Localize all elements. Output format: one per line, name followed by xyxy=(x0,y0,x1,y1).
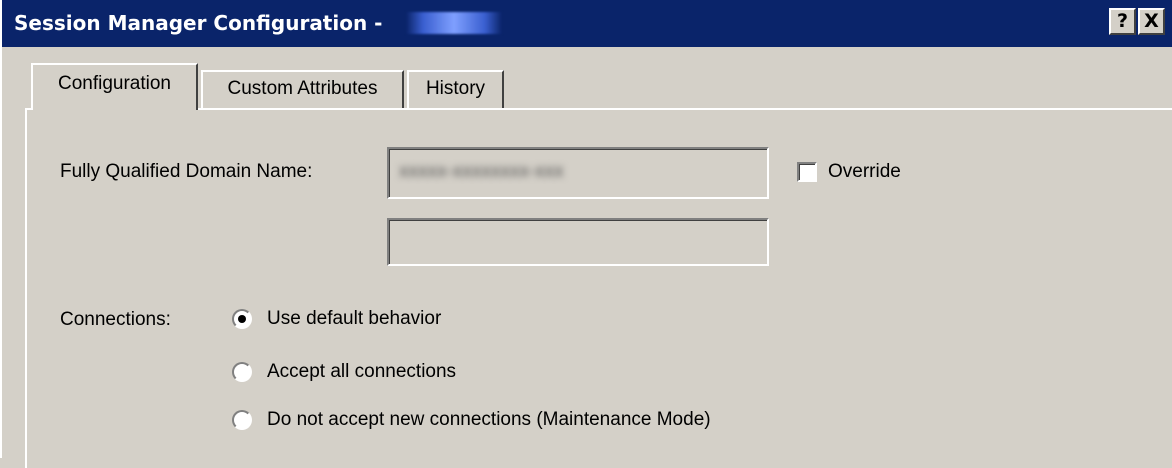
fqdn-field[interactable]: xxxxx-xxxxxxxx-xxx xyxy=(387,147,769,199)
radio-selected-dot xyxy=(238,315,246,323)
option-label-maintenance[interactable]: Do not accept new connections (Maintenan… xyxy=(267,409,711,431)
radio-accept-all-connections[interactable] xyxy=(232,362,252,382)
tab-configuration[interactable]: Configuration xyxy=(31,63,198,110)
tab-label: Configuration xyxy=(57,73,172,94)
connections-label: Connections: xyxy=(60,309,171,330)
redacted-title-suffix xyxy=(406,12,502,34)
tab-label: Custom Attributes xyxy=(227,78,378,99)
redacted-fqdn-value: xxxxx-xxxxxxxx-xxx xyxy=(399,161,564,182)
option-label-accept-all[interactable]: Accept all connections xyxy=(267,361,456,383)
radio-maintenance-mode[interactable] xyxy=(232,410,252,430)
session-manager-dialog: Session Manager Configuration - ? X Conf… xyxy=(0,0,1172,468)
tab-custom-attributes[interactable]: Custom Attributes xyxy=(201,70,404,110)
title-bar[interactable]: Session Manager Configuration - ? X xyxy=(2,0,1172,47)
help-button[interactable]: ? xyxy=(1109,8,1136,35)
close-button[interactable]: X xyxy=(1138,8,1165,35)
fqdn-label: Fully Qualified Domain Name: xyxy=(60,161,313,182)
fqdn-override-field[interactable] xyxy=(387,218,769,266)
override-label[interactable]: Override xyxy=(828,161,901,183)
tab-label: History xyxy=(425,78,486,99)
window-title: Session Manager Configuration - xyxy=(14,11,383,35)
radio-use-default-behavior[interactable] xyxy=(232,309,252,329)
tab-history[interactable]: History xyxy=(407,70,504,110)
override-checkbox[interactable] xyxy=(797,162,817,182)
option-label-default[interactable]: Use default behavior xyxy=(267,308,441,330)
